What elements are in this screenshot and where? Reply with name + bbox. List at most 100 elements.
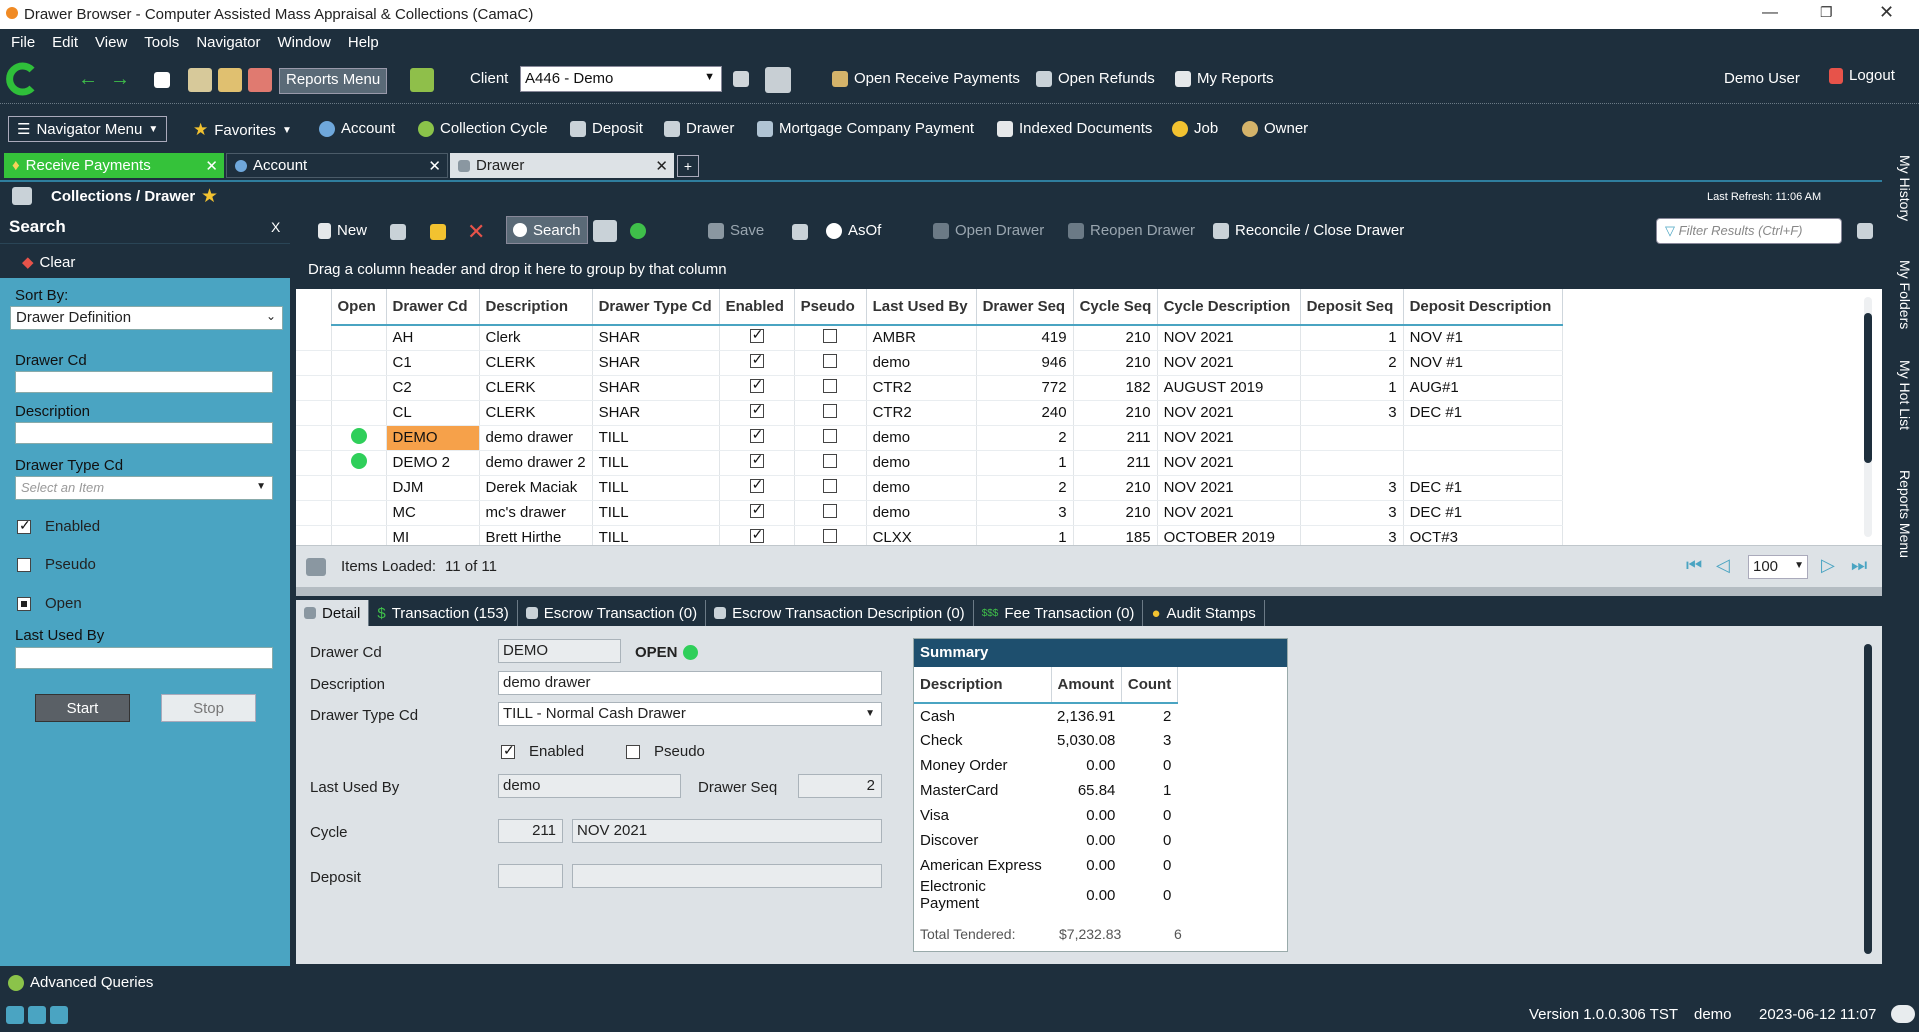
- tab-escrow-transaction[interactable]: Escrow Transaction (0): [518, 600, 707, 626]
- cell-description[interactable]: Derek Maciak: [479, 475, 593, 501]
- cell-cycle-seq[interactable]: 210: [1073, 325, 1158, 351]
- cell-description[interactable]: Clerk: [479, 325, 593, 351]
- cell-description[interactable]: CLERK: [479, 400, 593, 426]
- cell-enabled[interactable]: [719, 425, 795, 451]
- menu-view[interactable]: View: [95, 34, 127, 51]
- cell-drawer-cd[interactable]: MI: [386, 525, 480, 545]
- cell-last-used-by[interactable]: CTR2: [866, 400, 977, 426]
- enabled-check-box[interactable]: [17, 517, 31, 534]
- cell-drawer-seq[interactable]: 3: [976, 500, 1074, 526]
- enabled-check-box[interactable]: [749, 351, 764, 368]
- row-indicator[interactable]: [296, 400, 332, 426]
- cell-open[interactable]: [331, 450, 387, 476]
- start-button[interactable]: Start: [35, 694, 130, 722]
- col-deposit-description[interactable]: Deposit Description: [1403, 289, 1563, 326]
- tab-drawer[interactable]: Drawer ✕: [450, 153, 674, 178]
- last-used-by-input[interactable]: [15, 647, 273, 669]
- col-cycle-seq[interactable]: Cycle Seq: [1073, 289, 1158, 326]
- clear-filter-icon[interactable]: [1857, 223, 1873, 239]
- cell-drawer-type[interactable]: TILL: [592, 450, 720, 476]
- menu-edit[interactable]: Edit: [52, 34, 78, 51]
- cell-last-used-by[interactable]: AMBR: [866, 325, 977, 351]
- pseudo-check-box[interactable]: [823, 403, 838, 418]
- cell-description[interactable]: mc's drawer: [479, 500, 593, 526]
- cell-enabled[interactable]: [719, 450, 795, 476]
- col-description[interactable]: Description: [479, 289, 593, 326]
- nav-owner[interactable]: Owner: [1242, 120, 1308, 137]
- export-icon[interactable]: [792, 224, 808, 240]
- row-indicator[interactable]: [296, 450, 332, 476]
- cell-cycle-seq[interactable]: 182: [1073, 375, 1158, 401]
- col-pseudo[interactable]: Pseudo: [794, 289, 867, 326]
- tab-audit-stamps[interactable]: ● Audit Stamps: [1143, 600, 1265, 626]
- cell-deposit-description[interactable]: NOV #1: [1403, 350, 1563, 376]
- cell-open[interactable]: [331, 500, 387, 526]
- row-indicator[interactable]: [296, 500, 332, 526]
- cell-drawer-seq[interactable]: 419: [976, 325, 1074, 351]
- pseudo-check-box[interactable]: [823, 328, 838, 343]
- client-select[interactable]: A446 - Demo ▼: [520, 66, 722, 92]
- cell-enabled[interactable]: [719, 400, 795, 426]
- reports-menu-tab[interactable]: Reports Menu: [1897, 470, 1913, 558]
- first-page-icon[interactable]: ⏮: [1686, 555, 1702, 576]
- tab-close-icon[interactable]: ✕: [428, 157, 441, 175]
- cell-cycle-seq[interactable]: 210: [1073, 400, 1158, 426]
- nav-collection-cycle[interactable]: Collection Cycle: [418, 120, 548, 137]
- cell-deposit-description[interactable]: DEC #1: [1403, 500, 1563, 526]
- cell-drawer-cd[interactable]: C2: [386, 375, 480, 401]
- table-row[interactable]: AHClerkSHAR AMBR419210NOV 20211NOV #1: [296, 325, 1563, 351]
- cell-pseudo[interactable]: [794, 325, 867, 351]
- cell-open[interactable]: [331, 350, 387, 376]
- clear-button[interactable]: ◆ Clear: [22, 253, 75, 272]
- pseudo-check-box[interactable]: [823, 428, 838, 443]
- delete-icon[interactable]: ✕: [467, 219, 485, 245]
- sort-by-select[interactable]: Drawer Definition ⌄: [10, 306, 283, 330]
- cell-drawer-seq[interactable]: 772: [976, 375, 1074, 401]
- cell-cycle-description[interactable]: OCTOBER 2019: [1157, 525, 1301, 545]
- cell-deposit-seq[interactable]: 3: [1300, 475, 1404, 501]
- grid-scrollbar[interactable]: [1864, 313, 1872, 463]
- pseudo-check-box[interactable]: [823, 453, 838, 468]
- cell-cycle-seq[interactable]: 210: [1073, 500, 1158, 526]
- cell-drawer-type[interactable]: TILL: [592, 500, 720, 526]
- summary-col-description[interactable]: Description: [914, 667, 1052, 704]
- enabled-checkbox[interactable]: Enabled: [17, 517, 100, 535]
- search-button[interactable]: Search: [506, 216, 588, 244]
- detail-enabled-check-box[interactable]: [501, 742, 515, 759]
- cell-cycle-seq[interactable]: 211: [1073, 425, 1158, 451]
- pseudo-check-box[interactable]: [823, 503, 838, 518]
- table-row[interactable]: MCmc's drawerTILLdemo3210NOV 20213DEC #1: [296, 500, 1563, 526]
- folder-icon[interactable]: [218, 68, 242, 92]
- table-row[interactable]: C1CLERKSHAR demo946210NOV 20212NOV #1: [296, 350, 1563, 376]
- table-row[interactable]: DJMDerek MaciakTILL demo2210NOV 20213DEC …: [296, 475, 1563, 501]
- page-size-select[interactable]: 100 ▼: [1748, 555, 1808, 579]
- cell-deposit-description[interactable]: DEC #1: [1403, 400, 1563, 426]
- cell-pseudo[interactable]: [794, 350, 867, 376]
- row-indicator[interactable]: [296, 375, 332, 401]
- cell-deposit-description[interactable]: AUG#1: [1403, 375, 1563, 401]
- tab-transaction[interactable]: $ Transaction (153): [369, 600, 518, 626]
- cell-pseudo[interactable]: [794, 425, 867, 451]
- pseudo-check-box[interactable]: [823, 353, 838, 368]
- cell-drawer-type[interactable]: TILL: [592, 475, 720, 501]
- cell-enabled[interactable]: [719, 500, 795, 526]
- nav-job[interactable]: Job: [1172, 120, 1218, 137]
- detail-enabled-checkbox[interactable]: Enabled: [501, 742, 584, 760]
- tab-account[interactable]: Account ✕: [226, 153, 448, 178]
- cell-deposit-seq[interactable]: 1: [1300, 375, 1404, 401]
- next-page-icon[interactable]: ▷: [1821, 555, 1835, 576]
- cell-last-used-by[interactable]: demo: [866, 475, 977, 501]
- col-open[interactable]: Open: [331, 289, 387, 326]
- description-input[interactable]: [15, 422, 273, 444]
- refresh-icon[interactable]: [630, 223, 646, 239]
- prev-page-icon[interactable]: ◁: [1716, 555, 1730, 576]
- expand-up-icon[interactable]: [50, 1006, 68, 1024]
- grid-view-icon[interactable]: [593, 220, 617, 242]
- cell-deposit-description[interactable]: [1403, 425, 1563, 451]
- new-tab-button[interactable]: +: [677, 155, 699, 177]
- reports-menu-button[interactable]: Reports Menu: [279, 68, 388, 94]
- advanced-queries-button[interactable]: Advanced Queries: [8, 974, 153, 991]
- cell-drawer-cd[interactable]: DJM: [386, 475, 480, 501]
- tab-receive-payments[interactable]: ♦ Receive Payments ✕: [4, 153, 224, 178]
- close-document-icon[interactable]: [154, 72, 170, 88]
